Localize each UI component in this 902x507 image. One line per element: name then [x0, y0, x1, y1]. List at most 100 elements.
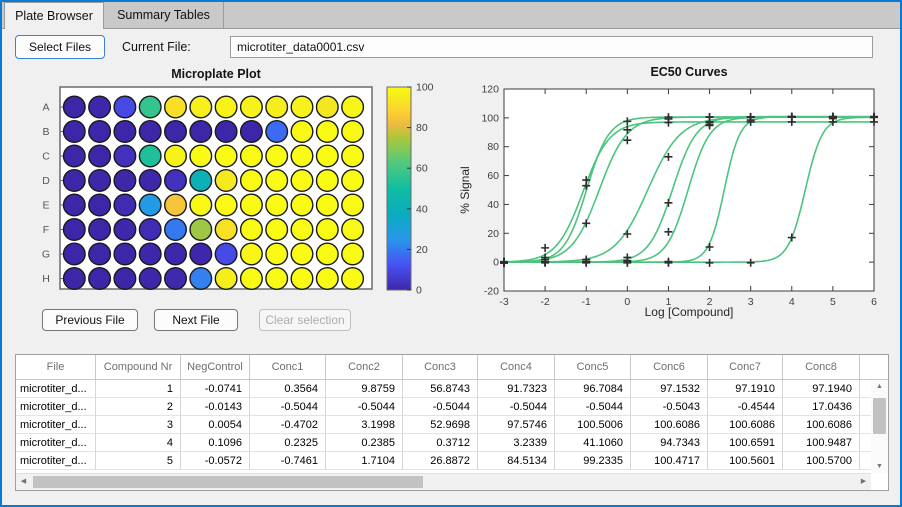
microplate-well[interactable] [291, 194, 313, 216]
table-cell[interactable]: 0.3712 [403, 434, 478, 452]
table-cell[interactable]: 99.2335 [555, 452, 631, 470]
microplate-well[interactable] [165, 268, 187, 290]
microplate-well[interactable] [89, 121, 111, 143]
table-cell[interactable]: -0.0143 [181, 398, 250, 416]
table-cell[interactable]: 0.2325 [250, 434, 326, 452]
scroll-down-icon[interactable]: ▼ [871, 460, 888, 474]
table-cell[interactable]: -0.5044 [250, 398, 326, 416]
microplate-well[interactable] [266, 194, 288, 216]
microplate-well[interactable] [190, 268, 212, 290]
table-cell[interactable]: 0.0054 [181, 416, 250, 434]
microplate-well[interactable] [266, 96, 288, 118]
microplate-well[interactable] [342, 194, 364, 216]
microplate-well[interactable] [241, 194, 263, 216]
microplate-well[interactable] [139, 96, 161, 118]
table-cell[interactable]: -0.5044 [478, 398, 555, 416]
microplate-well[interactable] [317, 145, 339, 167]
table-cell[interactable]: 5 [96, 452, 181, 470]
table-cell[interactable]: 100.6086 [631, 416, 708, 434]
table-cell[interactable]: 100.9487 [783, 434, 860, 452]
table-row[interactable]: microtiter_d...40.10960.23250.23850.3712… [16, 434, 888, 452]
microplate-well[interactable] [241, 243, 263, 265]
table-cell[interactable]: -0.4544 [708, 398, 783, 416]
microplate-well[interactable] [139, 268, 161, 290]
table-cell[interactable]: microtiter_d... [16, 398, 96, 416]
microplate-well[interactable] [64, 145, 86, 167]
microplate-well[interactable] [114, 243, 136, 265]
microplate-well[interactable] [190, 145, 212, 167]
microplate-well[interactable] [342, 170, 364, 192]
microplate-well[interactable] [317, 243, 339, 265]
previous-file-button[interactable]: Previous File [42, 309, 138, 331]
microplate-well[interactable] [291, 170, 313, 192]
table-cell[interactable]: 97.5746 [478, 416, 555, 434]
table-cell[interactable]: 3.1998 [326, 416, 403, 434]
microplate-well[interactable] [190, 121, 212, 143]
table-cell[interactable]: 96.7084 [555, 380, 631, 398]
microplate-well[interactable] [266, 145, 288, 167]
table-cell[interactable]: 26.8872 [403, 452, 478, 470]
table-cell[interactable]: 100.6591 [708, 434, 783, 452]
microplate-well[interactable] [241, 268, 263, 290]
microplate-well[interactable] [114, 121, 136, 143]
microplate-well[interactable] [190, 96, 212, 118]
microplate-well[interactable] [342, 268, 364, 290]
table-cell[interactable]: 97.1940 [783, 380, 860, 398]
microplate-well[interactable] [266, 121, 288, 143]
microplate-well[interactable] [165, 170, 187, 192]
table-cell[interactable]: 52.9698 [403, 416, 478, 434]
microplate-well[interactable] [165, 96, 187, 118]
table-cell[interactable]: 0.3564 [250, 380, 326, 398]
microplate-well[interactable] [317, 194, 339, 216]
microplate-well[interactable] [139, 243, 161, 265]
table-cell[interactable]: 100.6086 [708, 416, 783, 434]
microplate-well[interactable] [241, 145, 263, 167]
microplate-well[interactable] [215, 121, 237, 143]
table-cell[interactable]: 56.8743 [403, 380, 478, 398]
microplate-well[interactable] [342, 121, 364, 143]
microplate-well[interactable] [215, 243, 237, 265]
microplate-well[interactable] [291, 268, 313, 290]
scroll-up-icon[interactable]: ▲ [871, 380, 888, 394]
table-cell[interactable]: microtiter_d... [16, 380, 96, 398]
table-cell[interactable]: microtiter_d... [16, 452, 96, 470]
microplate-well[interactable] [241, 219, 263, 241]
table-cell[interactable]: 3.2339 [478, 434, 555, 452]
microplate-well[interactable] [139, 121, 161, 143]
microplate-well[interactable] [291, 96, 313, 118]
table-cell[interactable]: 97.1532 [631, 380, 708, 398]
table-cell[interactable]: 9.8759 [326, 380, 403, 398]
table-cell[interactable]: 3 [96, 416, 181, 434]
microplate-well[interactable] [190, 243, 212, 265]
table-cell[interactable]: -0.0741 [181, 380, 250, 398]
microplate-well[interactable] [342, 145, 364, 167]
microplate-well[interactable] [215, 170, 237, 192]
table-cell[interactable]: -0.4702 [250, 416, 326, 434]
microplate-well[interactable] [291, 145, 313, 167]
table-cell[interactable]: 1.7104 [326, 452, 403, 470]
table-cell[interactable]: 0.1096 [181, 434, 250, 452]
horizontal-scroll-thumb[interactable] [33, 476, 423, 488]
vertical-scroll-thumb[interactable] [873, 398, 886, 434]
table-cell[interactable]: 4 [96, 434, 181, 452]
table-cell[interactable]: -0.7461 [250, 452, 326, 470]
microplate-well[interactable] [317, 219, 339, 241]
microplate-well[interactable] [190, 219, 212, 241]
microplate-well[interactable] [64, 121, 86, 143]
microplate-well[interactable] [241, 170, 263, 192]
microplate-well[interactable] [190, 170, 212, 192]
table-row[interactable]: microtiter_d...5-0.0572-0.74611.710426.8… [16, 452, 888, 470]
microplate-well[interactable] [64, 194, 86, 216]
table-cell[interactable]: 100.5700 [783, 452, 860, 470]
microplate-well[interactable] [165, 243, 187, 265]
microplate-well[interactable] [215, 219, 237, 241]
microplate-well[interactable] [317, 121, 339, 143]
microplate-well[interactable] [114, 145, 136, 167]
table-cell[interactable]: microtiter_d... [16, 434, 96, 452]
microplate-well[interactable] [114, 194, 136, 216]
microplate-well[interactable] [139, 219, 161, 241]
microplate-well[interactable] [89, 194, 111, 216]
tab-summary-tables[interactable]: Summary Tables [104, 2, 224, 28]
microplate-well[interactable] [317, 96, 339, 118]
microplate-well[interactable] [291, 219, 313, 241]
